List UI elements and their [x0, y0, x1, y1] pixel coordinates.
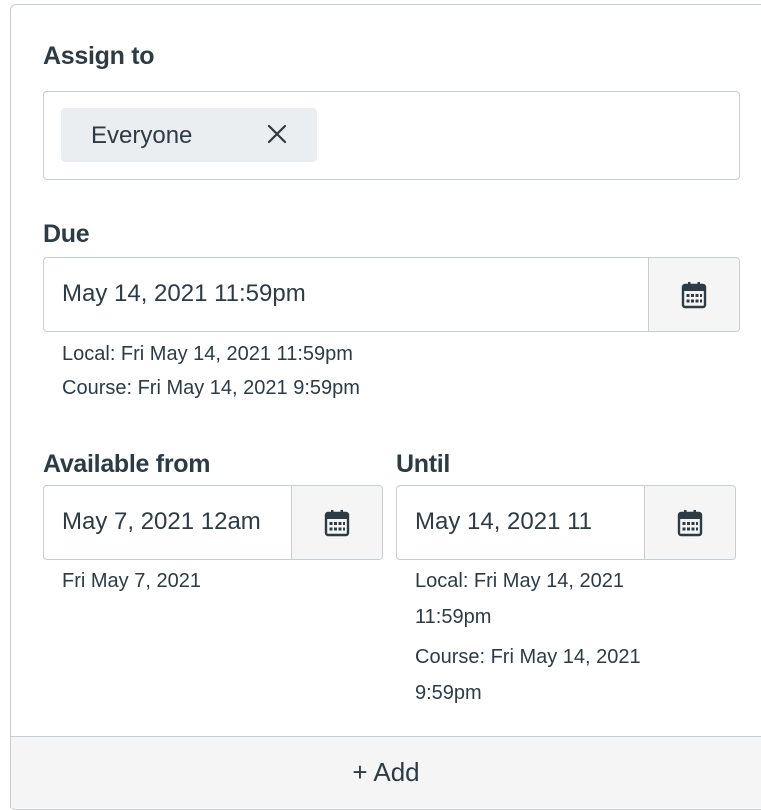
due-course-time: Course: Fri May 14, 2021 9:59pm — [62, 377, 360, 399]
until-local-time-line1: Local: Fri May 14, 2021 — [415, 570, 624, 592]
until-field: May 14, 2021 11 — [396, 485, 736, 560]
add-button-label: + Add — [352, 757, 420, 787]
until-input[interactable]: May 14, 2021 11 — [397, 486, 645, 559]
until-course-time-line2: 9:59pm — [415, 682, 482, 704]
available-from-field: May 7, 2021 12am — [43, 485, 383, 560]
available-from-date-text: Fri May 7, 2021 — [62, 570, 201, 592]
available-from-input[interactable]: May 7, 2021 12am — [44, 486, 292, 559]
close-icon[interactable] — [265, 122, 289, 146]
assignee-chip-everyone[interactable]: Everyone — [61, 108, 317, 162]
calendar-icon — [677, 509, 703, 536]
due-calendar-button[interactable] — [648, 258, 739, 331]
until-local-time-line2: 11:59pm — [415, 606, 492, 628]
calendar-icon — [681, 281, 707, 308]
due-local-time: Local: Fri May 14, 2021 11:59pm — [62, 343, 353, 365]
until-course-time-line1: Course: Fri May 14, 2021 — [415, 646, 641, 668]
until-calendar-button[interactable] — [644, 486, 735, 559]
due-date-input[interactable]: May 14, 2021 11:59pm — [44, 258, 649, 331]
available-from-calendar-button[interactable] — [291, 486, 382, 559]
due-date-field: May 14, 2021 11:59pm — [43, 257, 740, 332]
calendar-icon — [324, 509, 350, 536]
add-assignment-button[interactable]: + Add — [11, 736, 761, 808]
due-label: Due — [43, 220, 90, 248]
available-from-label: Available from — [43, 450, 211, 478]
until-label: Until — [396, 450, 451, 478]
assign-to-label: Assign to — [43, 42, 155, 70]
assignee-chip-label: Everyone — [91, 122, 193, 149]
